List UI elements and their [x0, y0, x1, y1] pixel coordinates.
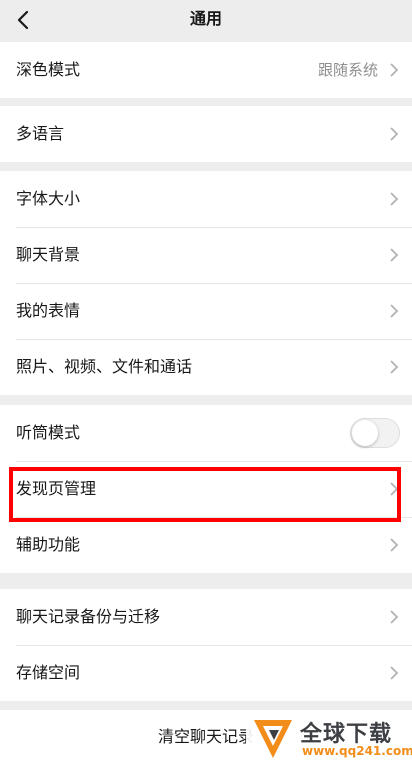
- group-chat-appearance: 字体大小 聊天背景 我的表情 照片、视频、文件和通话: [0, 171, 412, 395]
- settings-item-discover-management[interactable]: 发现页管理: [0, 461, 412, 517]
- item-label: 多语言: [16, 124, 65, 143]
- nav-bar: 通用: [0, 0, 412, 42]
- settings-item-storage[interactable]: 存储空间: [0, 645, 412, 701]
- toggle-knob: [352, 420, 378, 446]
- watermark-url: www.qq241.com: [302, 744, 412, 758]
- watermark-logo-icon: [254, 720, 292, 758]
- settings-item-earpiece-mode[interactable]: 听筒模式: [0, 405, 412, 461]
- chevron-right-icon: [390, 248, 399, 262]
- settings-item-chat-background[interactable]: 聊天背景: [0, 227, 412, 283]
- chevron-right-icon: [390, 482, 399, 496]
- chevron-right-icon: [390, 127, 399, 141]
- chevron-right-icon: [390, 63, 399, 77]
- item-label: 辅助功能: [16, 535, 81, 554]
- chevron-right-icon: [390, 360, 399, 374]
- item-label: 存储空间: [16, 663, 81, 682]
- item-label: 照片、视频、文件和通话: [16, 357, 193, 376]
- item-label: 聊天背景: [16, 245, 81, 264]
- group-storage: 聊天记录备份与迁移 存储空间: [0, 589, 412, 701]
- item-value: 跟随系统: [317, 61, 378, 79]
- chevron-right-icon: [390, 538, 399, 552]
- settings-item-my-stickers[interactable]: 我的表情: [0, 283, 412, 339]
- item-label: 听筒模式: [16, 423, 81, 442]
- item-label: 字体大小: [16, 189, 81, 208]
- settings-item-dark-mode[interactable]: 深色模式 跟随系统: [0, 42, 412, 98]
- group-language: 多语言: [0, 106, 412, 162]
- group-features: 听筒模式 发现页管理 辅助功能: [0, 405, 412, 573]
- watermark: 全球下载 www.qq241.com: [246, 712, 412, 764]
- item-label: 聊天记录备份与迁移: [16, 607, 161, 626]
- settings-item-media-files-calls[interactable]: 照片、视频、文件和通话: [0, 339, 412, 395]
- settings-item-font-size[interactable]: 字体大小: [0, 171, 412, 227]
- chevron-right-icon: [390, 666, 399, 680]
- item-label: 我的表情: [16, 301, 81, 320]
- settings-item-chat-backup[interactable]: 聊天记录备份与迁移: [0, 589, 412, 645]
- chevron-right-icon: [390, 610, 399, 624]
- chevron-right-icon: [390, 192, 399, 206]
- page-title: 通用: [189, 9, 222, 28]
- group-display: 深色模式 跟随系统: [0, 42, 412, 98]
- item-label: 深色模式: [16, 60, 81, 79]
- earpiece-mode-toggle[interactable]: [350, 418, 400, 448]
- settings-item-language[interactable]: 多语言: [0, 106, 412, 162]
- item-label: 发现页管理: [16, 479, 97, 498]
- chevron-right-icon: [390, 304, 399, 318]
- settings-item-accessibility[interactable]: 辅助功能: [0, 517, 412, 573]
